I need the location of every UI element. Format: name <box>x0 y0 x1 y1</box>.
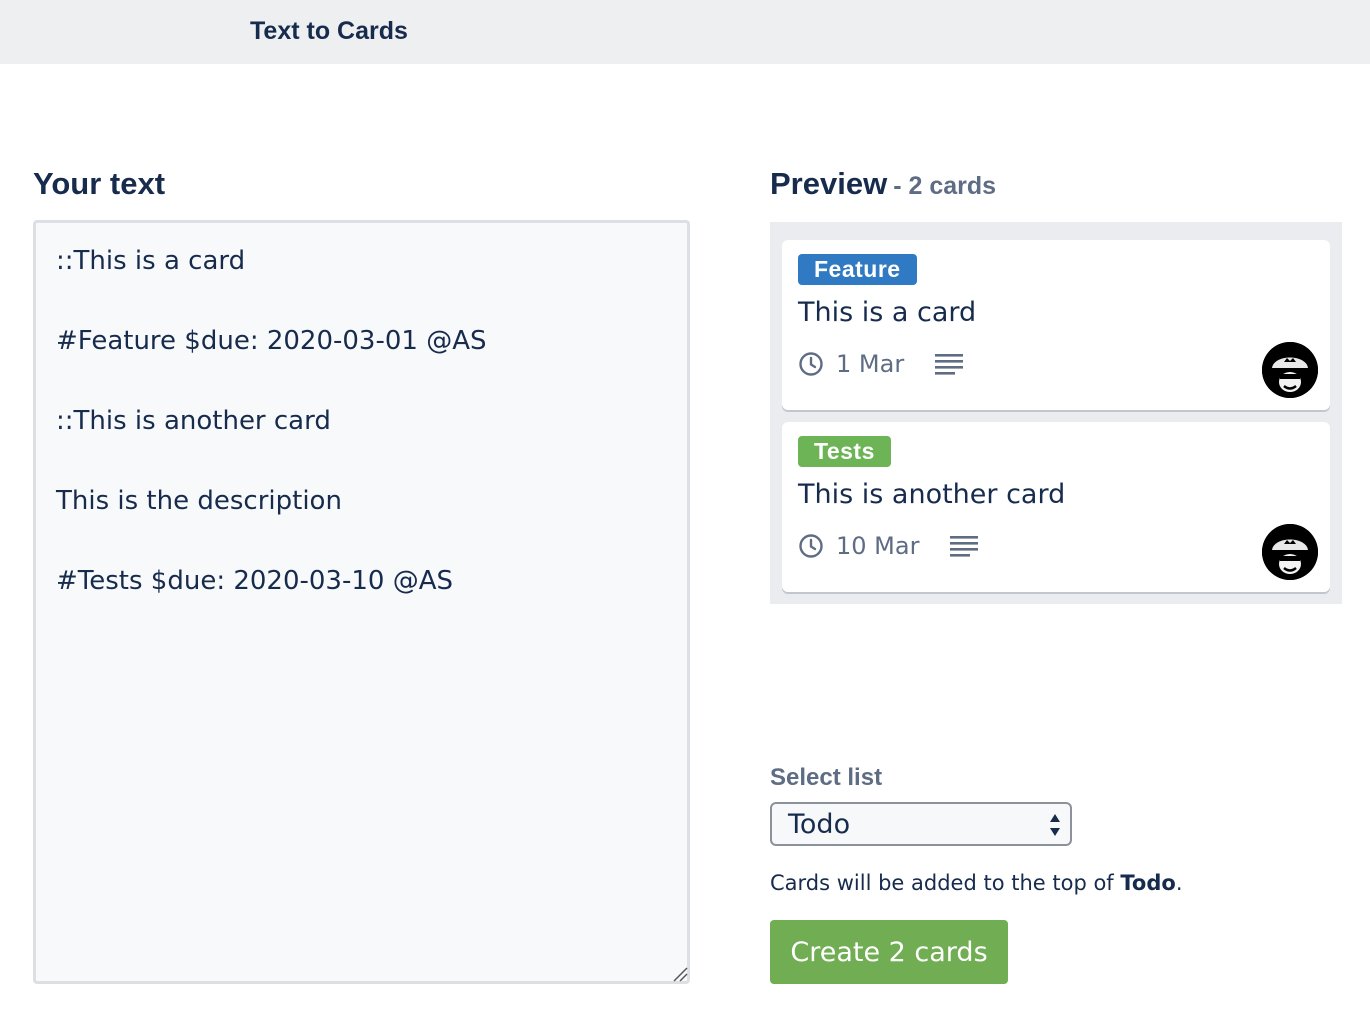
preview-card-count: - 2 cards <box>893 172 997 200</box>
note-text: Cards will be added to the top of <box>770 871 1121 895</box>
select-arrows-icon <box>1050 814 1060 836</box>
app-title: Text to Cards <box>250 17 408 45</box>
clock-icon <box>799 534 823 558</box>
clock-icon <box>799 352 823 376</box>
description-icon <box>950 536 979 557</box>
note-list-name: Todo <box>1120 871 1176 895</box>
card-label: Tests <box>798 436 891 467</box>
preview-card[interactable]: Feature This is a card 1 Mar <box>782 240 1330 410</box>
due-date: 1 Mar <box>836 350 905 378</box>
card-text-input[interactable]: ::This is a card #Feature $due: 2020-03-… <box>33 220 690 984</box>
member-avatar[interactable] <box>1262 524 1318 580</box>
member-avatar[interactable] <box>1262 342 1318 398</box>
select-list-label: Select list <box>770 764 883 791</box>
description-icon <box>935 354 964 375</box>
create-cards-button[interactable]: Create 2 cards <box>770 920 1008 984</box>
resize-handle-icon[interactable] <box>672 966 688 982</box>
card-label: Feature <box>798 254 917 285</box>
your-text-heading: Your text <box>33 166 166 201</box>
card-badges: 1 Mar <box>798 350 964 378</box>
note-period: . <box>1175 871 1183 895</box>
preview-list: Feature This is a card 1 Mar Tests This … <box>770 222 1342 604</box>
preview-heading: Preview - 2 cards <box>770 166 996 202</box>
preview-card[interactable]: Tests This is another card 10 Mar <box>782 422 1330 592</box>
card-title: This is another card <box>798 479 1066 510</box>
top-bar: Text to Cards <box>0 0 1370 64</box>
selected-list-value: Todo <box>788 809 851 840</box>
destination-note: Cards will be added to the top of Todo. <box>770 871 1183 895</box>
preview-title: Preview <box>770 166 888 201</box>
card-badges: 10 Mar <box>798 532 979 560</box>
list-select[interactable]: Todo <box>770 802 1072 846</box>
card-title: This is a card <box>798 297 977 328</box>
due-date: 10 Mar <box>836 532 920 560</box>
